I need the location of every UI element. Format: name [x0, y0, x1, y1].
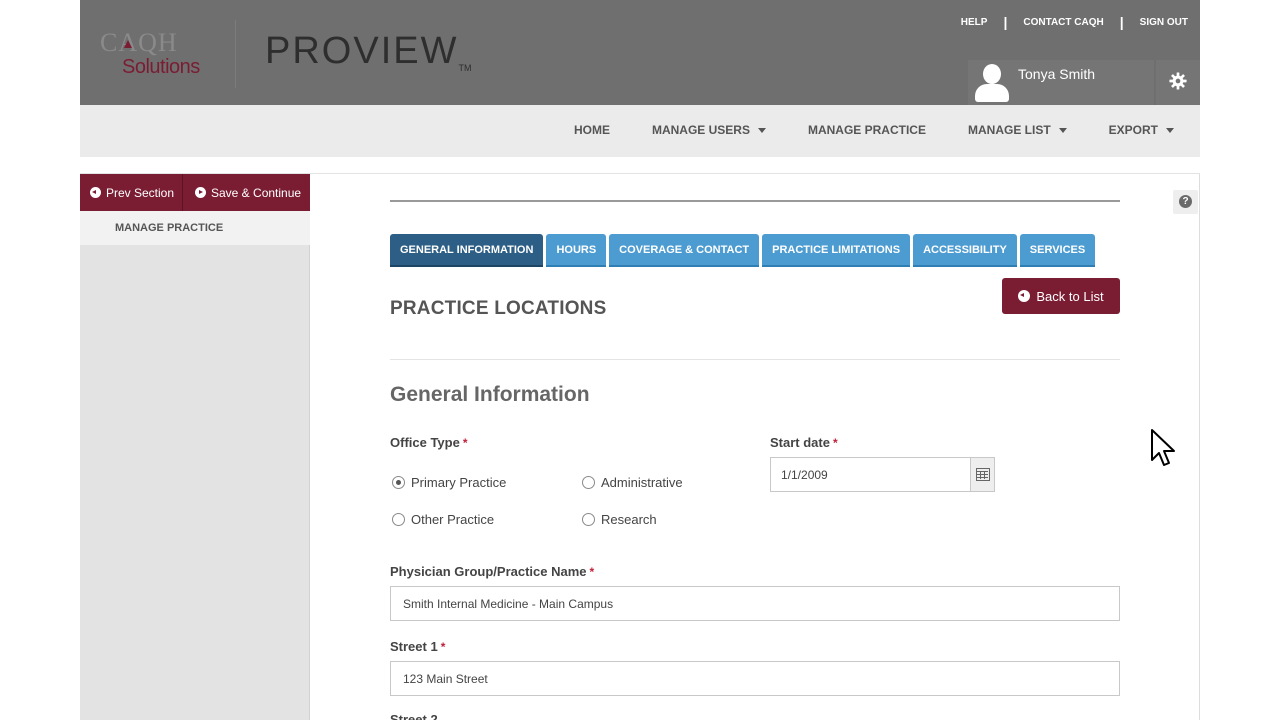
tab-accessibility[interactable]: ACCESSIBILITY — [913, 234, 1017, 267]
tab-practice-limitations[interactable]: PRACTICE LIMITATIONS — [762, 234, 911, 267]
tab-services[interactable]: SERVICES — [1019, 234, 1096, 267]
radio-research-label: Research — [601, 512, 657, 527]
sign-out-link[interactable]: SIGN OUT — [1140, 17, 1188, 28]
nav-spacer — [80, 157, 1200, 174]
radio-administrative-label: Administrative — [601, 475, 683, 490]
help-link[interactable]: HELP — [961, 17, 988, 28]
logo-subtitle: Solutions — [122, 56, 200, 78]
nav-export-label: EXPORT — [1108, 123, 1158, 137]
nav-manage-list-label: MANAGE LIST — [967, 123, 1051, 137]
header-bar: CAQH Solutions PROVIEWTM HELP | CONTACT … — [80, 0, 1200, 105]
save-continue-button[interactable]: Save & Continue — [183, 174, 310, 211]
logo-divider — [235, 20, 236, 88]
link-separator: | — [1119, 14, 1124, 30]
nav-manage-users[interactable]: MANAGE USERS — [652, 123, 766, 137]
user-icon — [974, 64, 1009, 102]
arrow-left-circle-icon — [90, 187, 101, 198]
radio-button[interactable] — [582, 476, 595, 489]
radio-other-practice[interactable]: Other Practice — [392, 512, 494, 527]
start-date-field[interactable]: 1/1/2009 — [770, 457, 995, 492]
save-continue-label: Save & Continue — [211, 185, 302, 200]
practice-name-value: Smith Internal Medicine - Main Campus — [403, 597, 614, 611]
contact-caqh-link[interactable]: CONTACT CAQH — [1023, 17, 1103, 28]
nav-manage-practice[interactable]: MANAGE PRACTICE — [808, 123, 926, 137]
prev-section-button[interactable]: Prev Section — [80, 174, 183, 211]
help-icon: ? — [1179, 195, 1192, 208]
tab-coverage-contact[interactable]: COVERAGE & CONTACT — [609, 234, 760, 267]
help-button[interactable]: ? — [1173, 190, 1198, 214]
back-to-list-label: Back to List — [1036, 288, 1104, 304]
logo-wordmark: CAQH — [100, 28, 178, 57]
tab-bar: GENERAL INFORMATION HOURS COVERAGE & CON… — [390, 234, 1098, 267]
caret-down-icon — [1058, 127, 1067, 133]
street1-value: 123 Main Street — [403, 672, 488, 686]
section-title: General Information — [390, 383, 590, 406]
sidebar: Prev Section Save & Continue MANAGE PRAC… — [80, 174, 310, 720]
radio-button[interactable] — [392, 513, 405, 526]
trademark-mark: TM — [458, 63, 472, 73]
required-marker: * — [440, 640, 446, 654]
practice-name-input[interactable]: Smith Internal Medicine - Main Campus — [390, 586, 1120, 621]
prev-section-label: Prev Section — [106, 185, 175, 200]
utility-links: HELP | CONTACT CAQH | SIGN OUT — [961, 14, 1188, 30]
logo-triangle-icon — [124, 40, 132, 48]
settings-button[interactable] — [1156, 60, 1200, 105]
radio-administrative[interactable]: Administrative — [582, 475, 683, 490]
product-title: PROVIEW — [265, 30, 459, 72]
street1-input[interactable]: 123 Main Street — [390, 661, 1120, 696]
required-marker: * — [462, 436, 468, 450]
arrow-right-circle-icon — [195, 187, 206, 198]
street1-label: Street 1 * — [390, 639, 445, 654]
back-to-list-button[interactable]: Back to List — [1002, 278, 1120, 314]
product-name: PROVIEWTM — [265, 30, 471, 73]
street2-label: Street 2 — [390, 712, 438, 720]
arrow-left-circle-icon — [1018, 290, 1031, 302]
street1-label-text: Street 1 — [390, 639, 438, 654]
link-separator: | — [1003, 14, 1008, 30]
required-marker: * — [589, 565, 595, 579]
main-nav: HOME MANAGE USERS MANAGE PRACTICE MANAGE… — [80, 105, 1200, 157]
nav-manage-list[interactable]: MANAGE LIST — [968, 123, 1067, 137]
radio-other-practice-label: Other Practice — [411, 512, 495, 527]
caret-down-icon — [757, 127, 766, 133]
gear-icon — [1169, 72, 1187, 90]
section-nav-buttons: Prev Section Save & Continue — [80, 174, 310, 211]
sidebar-item-manage-practice[interactable]: MANAGE PRACTICE — [80, 211, 310, 245]
nav-home-label: HOME — [573, 123, 610, 137]
radio-button-selected[interactable] — [392, 476, 405, 489]
tab-general-information[interactable]: GENERAL INFORMATION — [390, 234, 544, 267]
user-name: Tonya Smith — [1018, 66, 1096, 82]
caqh-solutions-logo[interactable]: CAQH Solutions — [94, 20, 224, 88]
calendar-icon — [976, 468, 990, 481]
required-marker: * — [832, 436, 838, 450]
content-top-divider — [390, 200, 1120, 202]
mouse-pointer-icon — [1151, 429, 1175, 466]
nav-manage-users-label: MANAGE USERS — [651, 123, 750, 137]
section-divider — [390, 359, 1120, 360]
radio-button[interactable] — [582, 513, 595, 526]
radio-research[interactable]: Research — [582, 512, 657, 527]
calendar-button[interactable] — [970, 458, 994, 491]
user-menu[interactable]: Tonya Smith — [968, 60, 1154, 105]
nav-export[interactable]: EXPORT — [1109, 123, 1174, 137]
radio-primary-practice[interactable]: Primary Practice — [392, 475, 506, 490]
office-type-label: Office Type * — [390, 435, 468, 450]
practice-name-label-text: Physician Group/Practice Name — [390, 564, 587, 579]
nav-home[interactable]: HOME — [574, 123, 610, 137]
practice-name-label: Physician Group/Practice Name * — [390, 564, 594, 579]
start-date-label-text: Start date — [770, 435, 830, 450]
nav-manage-practice-label: MANAGE PRACTICE — [807, 123, 926, 137]
tab-hours[interactable]: HOURS — [546, 234, 607, 267]
start-date-label: Start date * — [770, 435, 838, 450]
caret-down-icon — [1166, 127, 1174, 133]
page-title: PRACTICE LOCATIONS — [390, 298, 607, 319]
app-frame: CAQH Solutions PROVIEWTM HELP | CONTACT … — [80, 0, 1200, 720]
radio-primary-practice-label: Primary Practice — [411, 475, 507, 490]
start-date-value: 1/1/2009 — [781, 468, 828, 482]
office-type-label-text: Office Type — [390, 435, 460, 450]
